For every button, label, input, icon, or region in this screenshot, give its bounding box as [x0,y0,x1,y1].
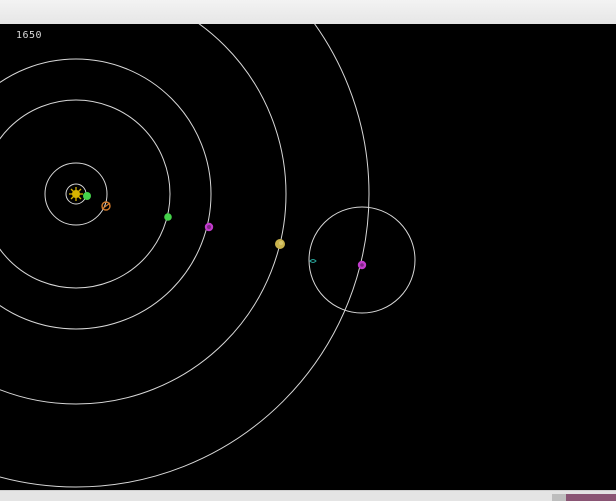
yellow-planet-icon [275,239,285,249]
step-counter: 1650 [16,30,43,41]
window-statusbar [0,490,616,501]
solar-system-view [0,24,416,488]
orbit-ring-4 [0,58,212,330]
green-planet-icon [164,213,172,221]
teal-moon-icon [309,259,317,263]
simulation-canvas[interactable]: 1650 [0,24,616,490]
inner-green-planet-icon [83,192,91,200]
outer-magenta-planet-icon [357,260,367,270]
moon-orbit-ring [308,206,416,314]
orbit-ring-5 [0,24,287,405]
magenta-planet-icon [204,222,214,232]
window-titlebar [0,0,616,25]
sun-icon [69,187,83,201]
orbit-ring-6 [0,24,370,488]
